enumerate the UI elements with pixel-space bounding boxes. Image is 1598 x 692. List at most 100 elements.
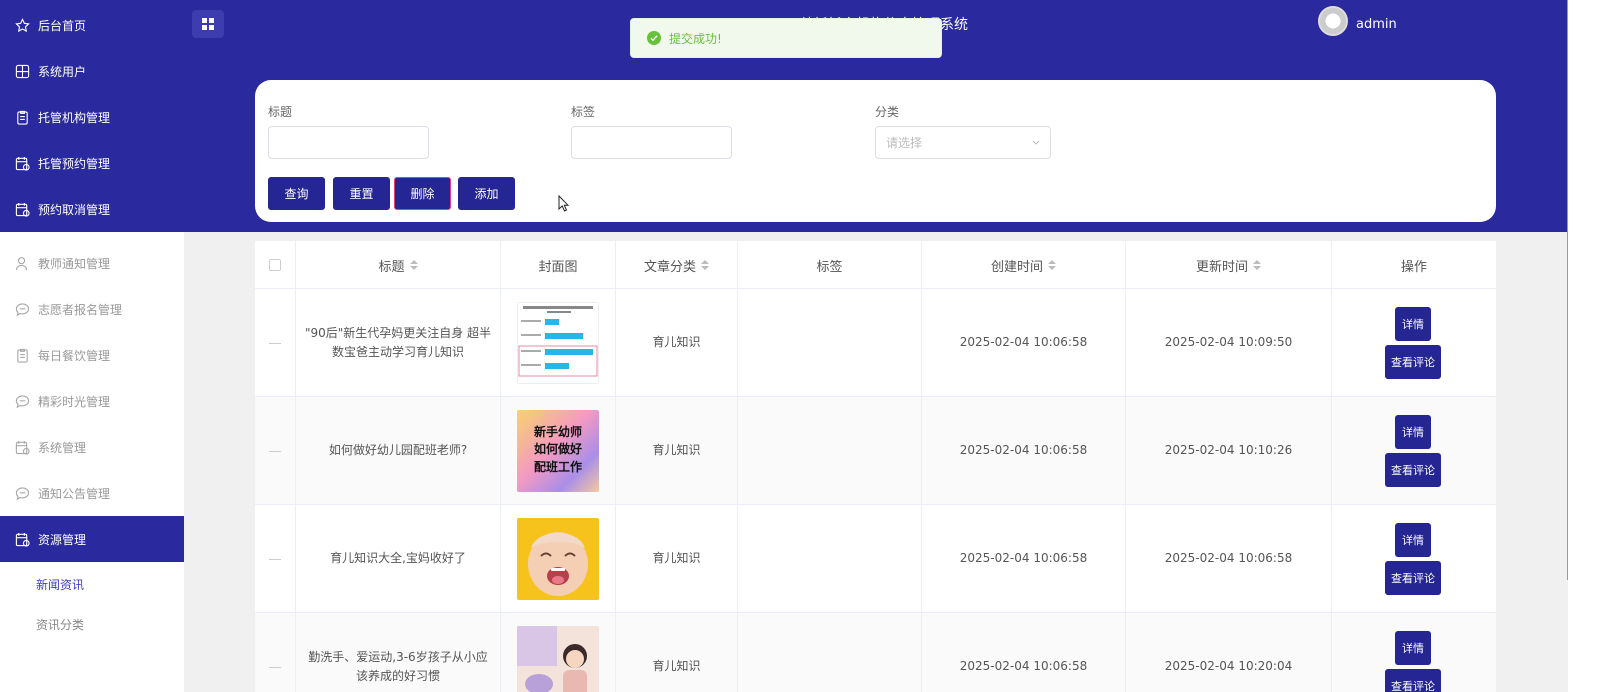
sidebar-subitem-news-categories[interactable]: 资讯分类	[36, 616, 84, 633]
sidebar-item-bookings[interactable]: 托管预约管理	[0, 140, 184, 186]
header-updated[interactable]: 更新时间	[1126, 241, 1332, 289]
row-created: 2025-02-04 10:06:58	[922, 505, 1126, 613]
view-comments-button[interactable]: 查看评论	[1385, 669, 1441, 692]
cover-image-baby-photo[interactable]	[517, 518, 599, 600]
sidebar-item-system-users[interactable]: 系统用户	[0, 48, 184, 94]
grid-icon	[14, 63, 30, 79]
cover-image-bar-chart[interactable]	[517, 302, 599, 384]
sidebar-item-announcements[interactable]: 通知公告管理	[0, 470, 184, 516]
calendar-icon	[14, 155, 30, 171]
header-actions-label: 操作	[1400, 259, 1427, 275]
sort-icon[interactable]	[1048, 260, 1056, 270]
sidebar-item-system[interactable]: 系统管理	[0, 424, 184, 470]
sidebar-item-meals[interactable]: 每日餐饮管理	[0, 332, 184, 378]
page-right-edge	[1568, 0, 1598, 692]
row-checkbox[interactable]	[269, 666, 281, 668]
row-select[interactable]	[255, 613, 296, 692]
scrollbar[interactable]	[1567, 0, 1568, 580]
sidebar-item-cancellations[interactable]: 预约取消管理	[0, 186, 184, 232]
row-cover[interactable]: 新手幼师 如何做好 配班工作	[501, 397, 616, 505]
select-all-checkbox[interactable]	[269, 259, 281, 271]
reset-button[interactable]: 重置	[333, 177, 390, 210]
cover-image-handwashing-illustration[interactable]	[517, 626, 599, 692]
sidebar-item-label: 资源管理	[38, 532, 87, 547]
sort-icon[interactable]	[701, 260, 709, 270]
sidebar-item-resources[interactable]: 资源管理	[0, 516, 184, 562]
row-category: 育儿知识	[616, 397, 738, 505]
row-select[interactable]	[255, 505, 296, 613]
header-title[interactable]: 标题	[296, 241, 501, 289]
row-select[interactable]	[255, 289, 296, 397]
row-created: 2025-02-04 10:06:58	[922, 397, 1126, 505]
row-checkbox[interactable]	[269, 342, 281, 344]
table-row: 如何做好幼儿园配班老师? 新手幼师 如何做好 配班工作 育儿知识 2025-02…	[255, 397, 1496, 505]
row-checkbox[interactable]	[269, 450, 281, 452]
row-cover[interactable]	[501, 289, 616, 397]
header-category-label: 文章分类	[643, 259, 696, 275]
sidebar-item-institutions[interactable]: 托管机构管理	[0, 94, 184, 140]
sidebar-item-label: 预约取消管理	[38, 202, 111, 217]
sidebar-item-label: 系统管理	[38, 440, 87, 455]
sidebar-subitem-news[interactable]: 新闻资讯	[36, 576, 84, 593]
query-button[interactable]: 查询	[268, 177, 325, 210]
chevron-down-icon	[1032, 140, 1040, 145]
sidebar-item-label: 后台首页	[38, 18, 87, 33]
sidebar-item-label: 系统用户	[38, 64, 87, 79]
cover-text-line: 新手幼师	[533, 425, 582, 439]
row-created: 2025-02-04 10:06:58	[922, 613, 1126, 692]
row-cover[interactable]	[501, 613, 616, 692]
sort-icon[interactable]	[409, 260, 418, 270]
row-updated: 2025-02-04 10:10:26	[1126, 397, 1332, 505]
row-updated: 2025-02-04 10:20:04	[1126, 613, 1332, 692]
sidebar-item-moments[interactable]: 精彩时光管理	[0, 378, 184, 424]
tag-filter-input[interactable]	[571, 126, 732, 159]
calendar-icon	[14, 531, 30, 547]
cover-text-line: 配班工作	[533, 459, 582, 474]
header-select-all[interactable]	[255, 241, 296, 289]
view-comments-button[interactable]: 查看评论	[1385, 345, 1441, 379]
sidebar-item-teacher-notices[interactable]: 教师通知管理	[0, 240, 184, 286]
clipboard-icon	[14, 109, 30, 125]
header-tags: 标签	[738, 241, 922, 289]
check-circle-icon	[647, 31, 661, 45]
row-select[interactable]	[255, 397, 296, 505]
toast-message: 提交成功!	[669, 31, 722, 46]
header-actions: 操作	[1332, 241, 1496, 289]
sidebar-item-label: 精彩时光管理	[38, 394, 111, 409]
header-title-label: 标题	[378, 259, 405, 275]
header-category[interactable]: 文章分类	[616, 241, 738, 289]
row-category: 育儿知识	[616, 613, 738, 692]
header-created[interactable]: 创建时间	[922, 241, 1126, 289]
table-header: 标题 封面图 文章分类 标签 创建时间 更新时间 操作	[255, 241, 1496, 289]
sidebar-item-label: 托管预约管理	[38, 156, 111, 171]
header-created-label: 创建时间	[990, 259, 1043, 275]
title-filter-input[interactable]	[268, 126, 429, 159]
news-table: 标题 封面图 文章分类 标签 创建时间 更新时间 操作 "90后"新生代孕妈更关…	[255, 241, 1496, 692]
username[interactable]: admin	[1356, 17, 1397, 32]
sidebar-item-home[interactable]: 后台首页	[0, 2, 184, 48]
row-checkbox[interactable]	[269, 558, 281, 560]
delete-button[interactable]: 删除	[394, 177, 451, 210]
sidebar-item-label: 托管机构管理	[38, 110, 111, 125]
detail-button[interactable]: 详情	[1395, 523, 1431, 557]
view-comments-button[interactable]: 查看评论	[1385, 453, 1441, 487]
detail-button[interactable]: 详情	[1395, 307, 1431, 341]
row-created: 2025-02-04 10:06:58	[922, 289, 1126, 397]
success-toast: 提交成功!	[630, 18, 942, 58]
chat-icon	[14, 485, 30, 501]
row-cover[interactable]	[501, 505, 616, 613]
menu-toggle-button[interactable]	[192, 10, 224, 38]
chat-icon	[14, 393, 30, 409]
sort-icon[interactable]	[1253, 260, 1261, 270]
avatar[interactable]	[1318, 6, 1348, 36]
detail-button[interactable]: 详情	[1395, 415, 1431, 449]
detail-button[interactable]: 详情	[1395, 631, 1431, 665]
view-comments-button[interactable]: 查看评论	[1385, 561, 1441, 595]
star-icon	[14, 17, 30, 33]
cover-image-teacher-poster[interactable]: 新手幼师 如何做好 配班工作	[517, 410, 599, 492]
clipboard-icon	[14, 347, 30, 363]
category-filter-select[interactable]: 请选择	[875, 126, 1051, 159]
sidebar-item-volunteers[interactable]: 志愿者报名管理	[0, 286, 184, 332]
add-button[interactable]: 添加	[458, 177, 515, 210]
apps-icon	[202, 18, 214, 30]
